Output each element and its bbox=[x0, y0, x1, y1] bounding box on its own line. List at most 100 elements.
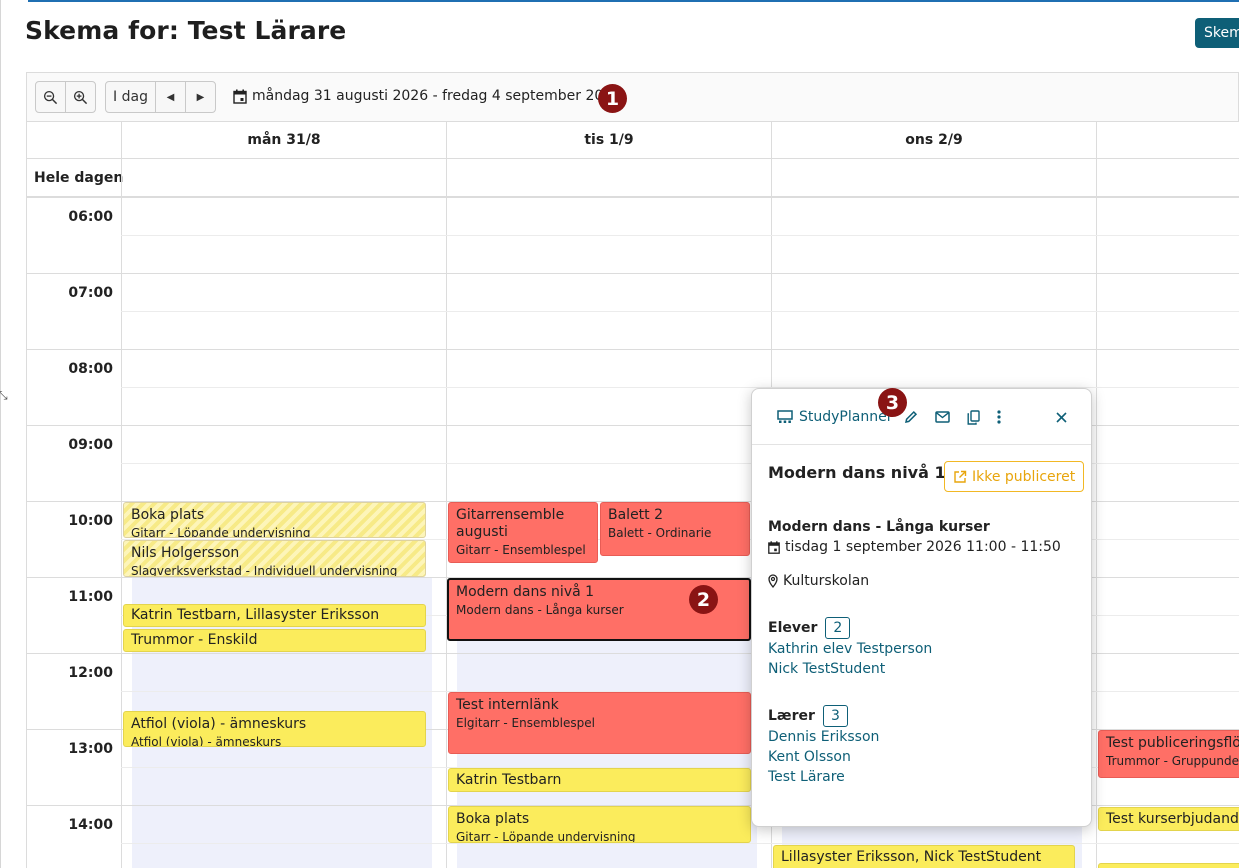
column-divider bbox=[121, 159, 122, 868]
event-details-popover: StudyPlanner Modern dans nivå 1 Ikke pub… bbox=[751, 388, 1092, 827]
calendar-event[interactable] bbox=[1098, 863, 1239, 868]
event-subtitle: Slagverksverkstad - Individuell undervis… bbox=[131, 563, 398, 577]
time-label: 14:00 bbox=[68, 817, 113, 833]
students-label: Elever bbox=[768, 620, 818, 636]
day-header-thu[interactable]: to bbox=[1096, 122, 1239, 159]
calendar-event[interactable]: Boka plats Gitarr - Löpande undervisning bbox=[123, 502, 426, 538]
calendar-event[interactable]: Katrin Testbarn, Lillasyster Eriksson bbox=[123, 604, 426, 627]
calendar-event[interactable]: Test kurserbjudande bbox=[1098, 807, 1239, 831]
column-divider bbox=[446, 159, 447, 868]
publish-status-label: Ikke publiceret bbox=[972, 468, 1076, 485]
students-count-badge[interactable]: 2 bbox=[825, 617, 851, 639]
publish-status-button[interactable]: Ikke publiceret bbox=[944, 461, 1085, 492]
studyplanner-icon bbox=[777, 410, 793, 423]
teachers-count-badge[interactable]: 3 bbox=[822, 705, 848, 727]
calendar-event[interactable]: Gitarrensemble augusti Gitarr - Ensemble… bbox=[448, 502, 598, 563]
event-subtitle: Atfiol (viola) - ämneskurs bbox=[131, 734, 282, 747]
event-subtitle: Trummor - Gruppunde bbox=[1106, 753, 1239, 768]
calendar-event[interactable]: Atfiol (viola) - ämneskurs Atfiol (viola… bbox=[123, 711, 426, 747]
event-title: Nils Holgersson bbox=[131, 545, 240, 561]
time-label: 07:00 bbox=[68, 285, 113, 301]
event-title: Lillasyster Eriksson, Nick TestStudent bbox=[781, 849, 1042, 865]
event-subtitle: Gitarr - Löpande undervisning bbox=[456, 829, 636, 843]
copy-icon bbox=[967, 409, 980, 425]
event-subtitle: Balett - Ordinarie bbox=[608, 525, 712, 540]
student-link[interactable]: Kathrin elev Testperson bbox=[768, 641, 932, 657]
teacher-link[interactable]: Test Lärare bbox=[768, 769, 845, 785]
allday-label: Hele dagen bbox=[34, 170, 124, 186]
calendar-event[interactable]: Katrin Testbarn bbox=[448, 768, 751, 792]
page-title: Skema for: Test Lärare bbox=[25, 16, 347, 45]
email-button[interactable] bbox=[933, 408, 951, 426]
resize-handle-icon[interactable]: ⤡ bbox=[0, 388, 8, 403]
calendar-event[interactable]: Balett 2 Balett - Ordinarie bbox=[600, 502, 750, 556]
time-label: 09:00 bbox=[68, 437, 113, 453]
more-icon bbox=[997, 410, 1001, 424]
event-title: Test kurserbjudande bbox=[1106, 811, 1239, 827]
event-title: Test publiceringsflöd bbox=[1106, 735, 1239, 751]
calendar-event[interactable]: Test internlänk Elgitarr - Ensemblespel bbox=[448, 692, 751, 754]
external-link-icon bbox=[954, 470, 967, 483]
half-hour-line bbox=[121, 235, 1239, 236]
calendar-event[interactable]: Nils Holgersson Slagverksverkstad - Indi… bbox=[123, 540, 426, 577]
hour-line bbox=[27, 273, 1239, 274]
day-header-mon[interactable]: mån 31/8 bbox=[121, 122, 446, 159]
caret-left-icon: ◀ bbox=[166, 91, 175, 103]
time-label: 10:00 bbox=[68, 513, 113, 529]
today-button[interactable]: I dag bbox=[105, 81, 156, 113]
teacher-link[interactable]: Kent Olsson bbox=[768, 749, 851, 765]
allday-row[interactable] bbox=[27, 159, 1239, 197]
event-title: Atfiol (viola) - ämneskurs bbox=[131, 716, 307, 732]
studyplanner-label: StudyPlanner bbox=[799, 409, 893, 425]
date-range: måndag 31 augusti 2026 - fredag 4 septem… bbox=[233, 88, 621, 104]
calendar-event[interactable]: Boka plats Gitarr - Löpande undervisning bbox=[448, 806, 751, 843]
event-title: Modern dans nivå 1 bbox=[768, 463, 946, 482]
popover-header: StudyPlanner bbox=[752, 389, 1091, 445]
zoom-in-button[interactable] bbox=[65, 81, 96, 113]
time-label: 13:00 bbox=[68, 741, 113, 757]
event-title: Boka plats bbox=[456, 811, 530, 827]
mail-icon bbox=[934, 411, 950, 423]
calendar-event[interactable]: Lillasyster Eriksson, Nick TestStudent bbox=[773, 845, 1075, 868]
event-title: Gitarrensemble augusti bbox=[456, 507, 565, 540]
annotation-marker-3: 3 bbox=[878, 388, 907, 417]
edit-button[interactable] bbox=[902, 408, 920, 426]
event-subtitle: Elgitarr - Ensemblespel bbox=[456, 715, 595, 730]
time-label: 12:00 bbox=[68, 665, 113, 681]
previous-week-button[interactable]: ◀ bbox=[155, 81, 186, 113]
event-title: Balett 2 bbox=[608, 507, 664, 523]
close-icon bbox=[1055, 411, 1067, 423]
course-name: Modern dans - Långa kurser bbox=[768, 519, 990, 535]
event-location: Kulturskolan bbox=[768, 573, 869, 589]
event-date: tisdag 1 september 2026 11:00 - 11:50 bbox=[768, 539, 1061, 555]
time-label: 08:00 bbox=[68, 361, 113, 377]
calendar-event[interactable]: Test publiceringsflöd Trummor - Gruppund… bbox=[1098, 730, 1239, 778]
more-options-button[interactable] bbox=[990, 408, 1008, 426]
day-header-tue[interactable]: tis 1/9 bbox=[446, 122, 771, 159]
event-title: Boka plats bbox=[131, 507, 205, 523]
copy-button[interactable] bbox=[964, 408, 982, 426]
calendar-icon bbox=[233, 89, 247, 104]
half-hour-line bbox=[121, 311, 1239, 312]
zoom-out-button[interactable] bbox=[35, 81, 66, 113]
edit-icon bbox=[905, 410, 918, 423]
schedule-button[interactable]: Skem bbox=[1195, 18, 1239, 48]
annotation-marker-1: 1 bbox=[598, 84, 627, 113]
calendar-event[interactable]: Trummor - Enskild bbox=[123, 629, 426, 652]
event-title: Trummor - Enskild bbox=[131, 632, 258, 648]
left-border bbox=[0, 0, 1, 868]
zoom-out-icon bbox=[43, 90, 58, 104]
student-link[interactable]: Nick TestStudent bbox=[768, 661, 885, 677]
teacher-link[interactable]: Dennis Eriksson bbox=[768, 729, 879, 745]
zoom-in-icon bbox=[73, 90, 88, 104]
hour-line bbox=[27, 349, 1239, 350]
close-button[interactable] bbox=[1052, 408, 1070, 426]
day-header-wed[interactable]: ons 2/9 bbox=[771, 122, 1096, 159]
studyplanner-link[interactable]: StudyPlanner bbox=[777, 409, 892, 425]
hour-line bbox=[27, 197, 1239, 198]
event-subtitle: Gitarr - Löpande undervisning bbox=[131, 525, 311, 538]
next-week-button[interactable]: ▶ bbox=[185, 81, 216, 113]
students-section-header: Elever 2 bbox=[768, 617, 851, 639]
half-hour-line bbox=[121, 843, 1239, 844]
event-location-text: Kulturskolan bbox=[783, 573, 870, 589]
